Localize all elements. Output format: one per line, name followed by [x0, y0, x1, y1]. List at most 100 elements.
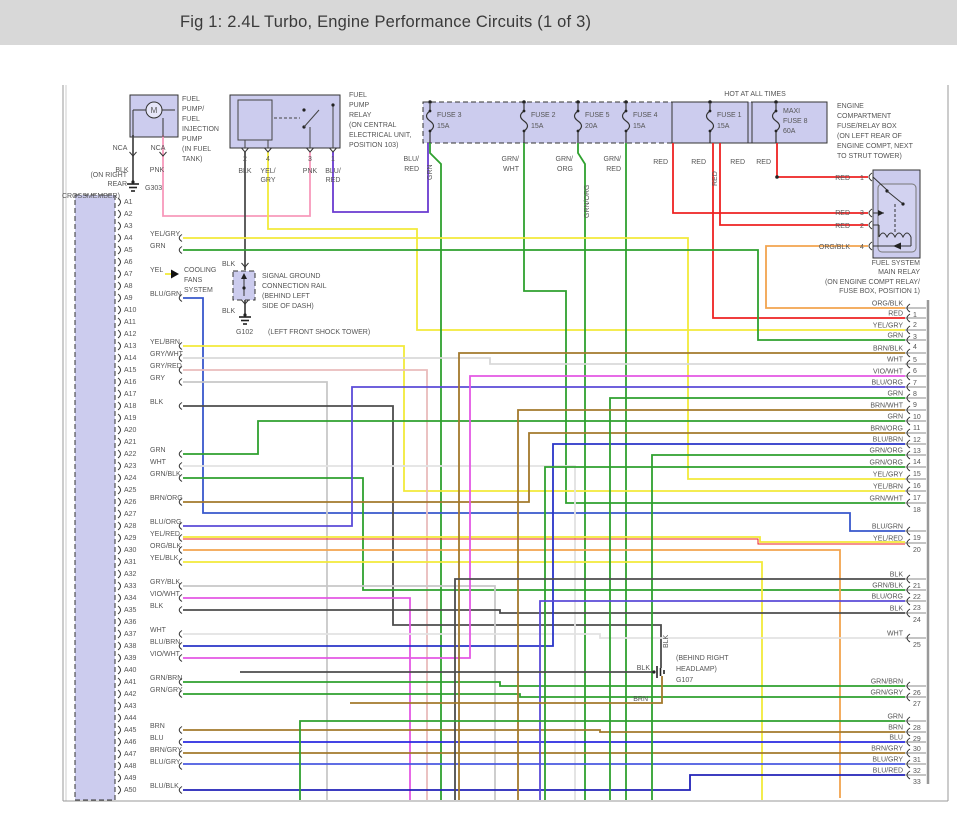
- diagram-label: A48: [124, 763, 137, 770]
- diagram-label: BLK: [890, 606, 904, 613]
- cooling-fans-arrow-icon: [171, 269, 179, 279]
- left-pin-bracket: [117, 437, 121, 447]
- diagram-label: A50: [124, 787, 137, 794]
- diagram-label: 12: [913, 437, 921, 444]
- diagram-label: GRY/RED: [150, 363, 182, 370]
- left-pin-bracket: [117, 317, 121, 327]
- left-pin-socket: [178, 726, 183, 734]
- fuse-box: [422, 101, 828, 144]
- fuse-end-dot: [708, 129, 712, 133]
- left-pin-bracket: [117, 365, 121, 375]
- diagram-label: YEL/BRN: [150, 339, 180, 346]
- left-pin-bracket: [117, 641, 121, 651]
- diagram-label: A26: [124, 499, 137, 506]
- wire-pin5-brnblk: [458, 352, 905, 800]
- diagram-label: BLK: [150, 399, 164, 406]
- fuse-end-dot: [624, 129, 628, 133]
- diagram-label: BLK: [663, 634, 670, 648]
- diagram-label: A29: [124, 535, 137, 542]
- diagram-label: GRN: [887, 714, 903, 721]
- connector-chevron-icon: [264, 147, 272, 153]
- diagram-label: M: [151, 106, 158, 115]
- main-relay-dot: [901, 202, 905, 206]
- diagram-label: GRN: [887, 333, 903, 340]
- diagram-label: YEL: [150, 267, 163, 274]
- left-pin-bracket: [117, 737, 121, 747]
- diagram-label: A27: [124, 511, 137, 518]
- wire-a34-viowht: [183, 597, 411, 800]
- diagram-label: VIO/WHT: [873, 369, 904, 376]
- diagram-label: YEL/GRY: [873, 472, 904, 479]
- diagram-label: GRN: [150, 243, 166, 250]
- diagram-label: A23: [124, 463, 137, 470]
- diagram-label: BLU/GRY: [872, 757, 903, 764]
- junction-dot: [522, 100, 526, 104]
- diagram-label: 3: [308, 156, 312, 163]
- diagram-label: A16: [124, 379, 137, 386]
- diagram-label: YEL/RED: [150, 531, 180, 538]
- diagram-label: GRN/: [502, 156, 520, 163]
- left-pin-socket: [178, 450, 183, 458]
- diagram-label: FUEL: [349, 92, 367, 99]
- diagram-label: A15: [124, 367, 137, 374]
- diagram-label: BLU: [889, 735, 903, 742]
- diagram-label: GRN/ORG: [584, 185, 591, 218]
- diagram-label: YEL/GRY: [873, 323, 904, 330]
- diagram-label: WHT: [887, 357, 904, 364]
- diagram-label: CONNECTION RAIL: [262, 283, 327, 290]
- diagram-label: 33: [913, 779, 921, 786]
- left-pin-socket: [178, 558, 183, 566]
- diagram-label: RED: [888, 311, 903, 318]
- wire-a16-gry: [183, 381, 328, 800]
- diagram-label: BLK: [637, 665, 651, 672]
- diagram-label: 9: [913, 402, 917, 409]
- diagram-label: 6: [913, 368, 917, 375]
- diagram-label: BLU/BRN: [873, 437, 903, 444]
- left-pin-bracket: [117, 605, 121, 615]
- diagram-label: A11: [124, 319, 136, 326]
- wire-a39-viowht: [183, 375, 905, 659]
- left-pin-bracket: [117, 725, 121, 735]
- diagram-label: BRN: [150, 723, 165, 730]
- connector-chevron-icon: [329, 147, 337, 153]
- diagram-label: RED: [835, 175, 850, 182]
- left-pin-bracket: [117, 521, 121, 531]
- diagram-label: (IN FUEL: [182, 146, 211, 153]
- diagram-label: RED: [835, 223, 850, 230]
- diagram-label: 10: [913, 414, 921, 421]
- wire-a50-blublk: [183, 774, 905, 791]
- diagram-label: A19: [124, 415, 137, 422]
- wire-a41-grnbrn: [183, 681, 905, 687]
- diagram-label: ORG/BLK: [150, 543, 181, 550]
- diagram-label: BLK: [150, 603, 164, 610]
- diagram-label: A49: [124, 775, 137, 782]
- diagram-label: YEL/: [260, 168, 275, 175]
- diagram-label: A25: [124, 487, 137, 494]
- diagram-label: BLU/GRN: [872, 524, 903, 531]
- diagram-label: HEADLAMP): [676, 666, 717, 673]
- diagram-label: RED: [691, 159, 706, 166]
- fuse-end-dot: [576, 129, 580, 133]
- left-pin-bracket: [117, 617, 121, 627]
- fuse-end-dot: [774, 109, 778, 113]
- diagram-label: A21: [124, 439, 137, 446]
- diagram-label: (ON RIGHT: [90, 172, 127, 179]
- connector-chevron-icon: [306, 147, 314, 153]
- diagram-label: 60A: [783, 128, 796, 135]
- diagram-label: 17: [913, 495, 921, 502]
- left-pin-socket: [178, 606, 183, 614]
- wire-a35-blk: [183, 609, 905, 614]
- diagram-label: 5: [913, 357, 917, 364]
- wire-a45-brn: [183, 729, 905, 733]
- diagram-label: 3: [860, 210, 864, 217]
- left-pin-bracket: [117, 665, 121, 675]
- diagram-label: GRN/: [604, 156, 622, 163]
- diagram-label: BLU/: [325, 168, 341, 175]
- junction-dot: [774, 100, 778, 104]
- junction-dot: [428, 100, 432, 104]
- diagram-label: A7: [124, 271, 133, 278]
- diagram-label: RED: [326, 177, 341, 184]
- diagram-label: A43: [124, 703, 137, 710]
- diagram-label: A6: [124, 259, 133, 266]
- diagram-label: 26: [913, 690, 921, 697]
